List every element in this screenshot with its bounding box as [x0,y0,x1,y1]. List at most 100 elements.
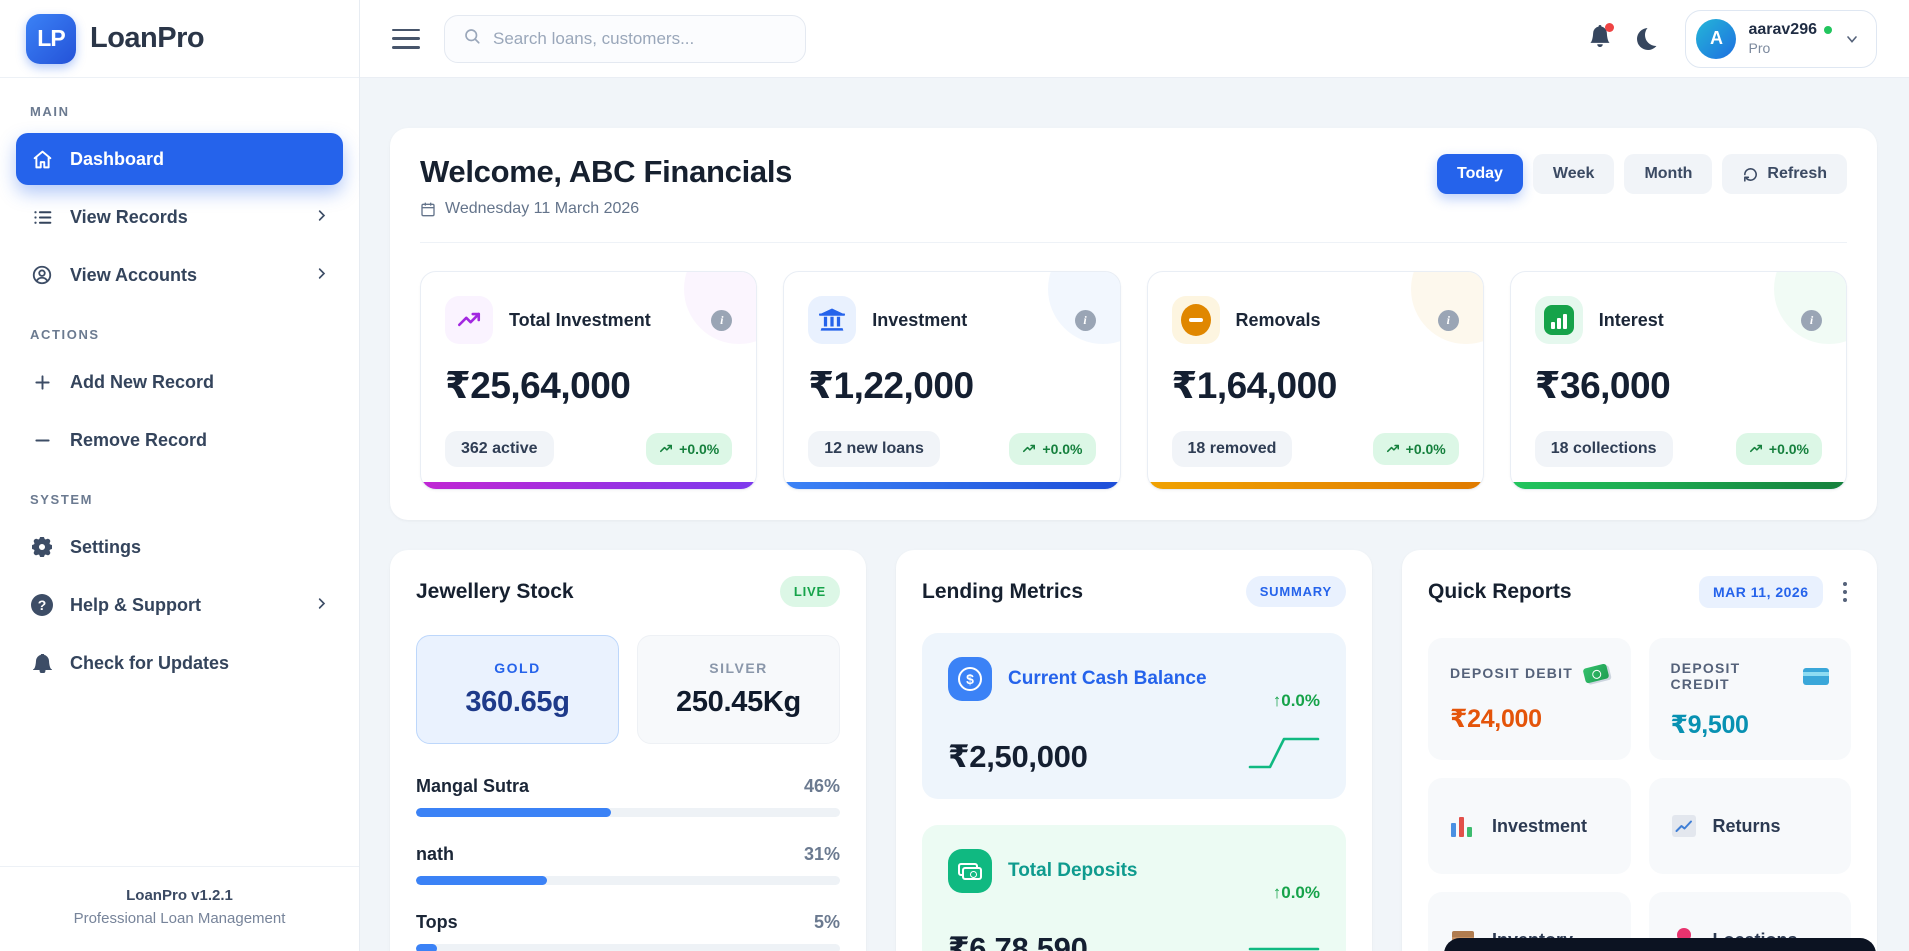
deposit-credit-label: DEPOSIT CREDIT [1671,660,1804,692]
deposit-credit-tile: DEPOSIT CREDIT ₹9,500 [1649,638,1852,760]
sidebar-item-view-accounts[interactable]: View Accounts [16,249,343,301]
sidebar: LP LoanPro MAIN Dashboard View Records [0,0,360,951]
summary-badge: SUMMARY [1246,576,1346,607]
week-button[interactable]: Week [1533,154,1615,194]
sidebar-item-label: View Accounts [70,265,197,286]
main-content: Welcome, ABC Financials Wednesday 11 Mar… [360,78,1909,951]
silver-label: SILVER [648,660,829,676]
report-link-label: Investment [1492,816,1587,837]
refresh-button[interactable]: Refresh [1722,154,1847,194]
app-root: LP LoanPro MAIN Dashboard View Records [0,0,1909,951]
sidebar-item-check-updates[interactable]: Check for Updates [16,637,343,689]
chevron-down-icon [1844,31,1860,47]
nav-section-system: SYSTEM [16,492,343,507]
stat-value: ₹1,22,000 [808,364,1095,407]
info-icon[interactable]: i [1075,310,1096,331]
calendar-icon [420,201,436,217]
sidebar-item-add-new-record[interactable]: Add New Record [16,356,343,408]
accent-bar [784,482,1119,489]
stat-badge: 12 new loans [808,431,940,467]
trend-value: +0.0% [1769,441,1809,457]
sidebar-item-settings[interactable]: Settings [16,521,343,573]
stat-card-interest: Interest i ₹36,000 18 collections +0.0% [1510,271,1847,490]
sidebar-item-view-records[interactable]: View Records [16,191,343,243]
stock-item-percent: 5% [814,912,840,933]
sidebar-item-help-support[interactable]: ? Help & Support [16,579,343,631]
panel-title: Jewellery Stock [416,580,574,604]
page-title: Welcome, ABC Financials [420,154,792,190]
stat-title: Interest [1599,310,1664,331]
stat-badge: 18 collections [1535,431,1673,467]
sidebar-item-label: Help & Support [70,595,201,616]
range-buttons: Today Week Month Refresh [1437,154,1847,194]
progress-fill [416,808,611,817]
lending-metrics-panel: Lending Metrics SUMMARY $ Current Cash B… [896,550,1372,951]
info-icon[interactable]: i [711,310,732,331]
progress-track [416,944,840,951]
more-options-icon[interactable] [1839,578,1852,607]
notifications-bell-icon[interactable] [1589,25,1611,52]
sidebar-item-label: Remove Record [70,430,207,451]
deposit-debit-tile: DEPOSIT DEBIT ₹24,000 [1428,638,1631,760]
chart-up-icon [1671,813,1697,839]
sidebar-item-label: Dashboard [70,149,164,170]
jewellery-stock-panel: Jewellery Stock LIVE GOLD 360.65g SILVER… [390,550,866,951]
trending-up-icon [445,296,493,344]
user-circle-icon [30,263,54,287]
deposit-debit-value: ₹24,000 [1450,704,1609,734]
gear-icon [30,535,54,559]
refresh-icon [1742,166,1759,183]
dark-mode-toggle-icon[interactable] [1637,28,1659,50]
deposit-credit-value: ₹9,500 [1671,710,1830,740]
bar-chart-icon [1450,813,1476,839]
search-input[interactable] [493,29,787,49]
list-icon [30,205,54,229]
metric-value: ₹2,50,000 [948,739,1088,775]
gold-stock-box[interactable]: GOLD 360.65g [416,635,619,744]
bar-chart-icon [1535,296,1583,344]
sidebar-item-remove-record[interactable]: Remove Record [16,414,343,466]
stat-value: ₹25,64,000 [445,364,732,407]
trend-value: +0.0% [1406,441,1446,457]
month-button[interactable]: Month [1624,154,1712,194]
notification-dot [1605,23,1614,32]
minus-icon [30,428,54,452]
today-button[interactable]: Today [1437,154,1523,194]
refresh-label: Refresh [1767,165,1827,183]
stock-item-percent: 46% [804,776,840,797]
trend-arrow-icon [1022,442,1036,456]
stat-card-total-investment: Total Investment i ₹25,64,000 362 active… [420,271,757,490]
plus-icon [30,370,54,394]
progress-fill [416,876,547,885]
deposit-debit-label: DEPOSIT DEBIT [1450,665,1573,681]
stat-cards: Total Investment i ₹25,64,000 362 active… [420,271,1847,490]
report-link-returns[interactable]: Returns [1649,778,1852,874]
app-version: LoanPro v1.2.1 [10,887,349,904]
stat-value: ₹36,000 [1535,364,1822,407]
stock-item-name: nath [416,844,454,865]
search-bar [444,15,806,63]
money-wings-icon [1583,660,1609,686]
menu-toggle-icon[interactable] [392,29,420,49]
accent-bar [421,482,756,489]
sidebar-item-label: View Records [70,207,188,228]
report-link-investment[interactable]: Investment [1428,778,1631,874]
sparkline [1248,923,1320,951]
info-icon[interactable]: i [1801,310,1822,331]
stat-badge: 18 removed [1172,431,1293,467]
total-deposits-metric: Total Deposits ↑0.0% ₹6,78,590 [922,825,1346,951]
silver-stock-box[interactable]: SILVER 250.45Kg [637,635,840,744]
trend-pill: +0.0% [1009,433,1095,465]
sidebar-item-dashboard[interactable]: Dashboard [16,133,343,185]
bottom-panels: Jewellery Stock LIVE GOLD 360.65g SILVER… [390,550,1877,951]
user-menu[interactable]: A aarav296 Pro [1685,10,1877,68]
info-icon[interactable]: i [1438,310,1459,331]
search-icon [463,27,481,50]
sidebar-nav: MAIN Dashboard View Records [0,78,359,866]
metric-label: Total Deposits [1008,860,1138,882]
trend-arrow-icon [659,442,673,456]
user-info: aarav296 Pro [1748,21,1832,56]
help-icon: ? [30,593,54,617]
app-logo[interactable]: LP LoanPro [0,0,359,78]
topbar: A aarav296 Pro [360,0,1909,78]
